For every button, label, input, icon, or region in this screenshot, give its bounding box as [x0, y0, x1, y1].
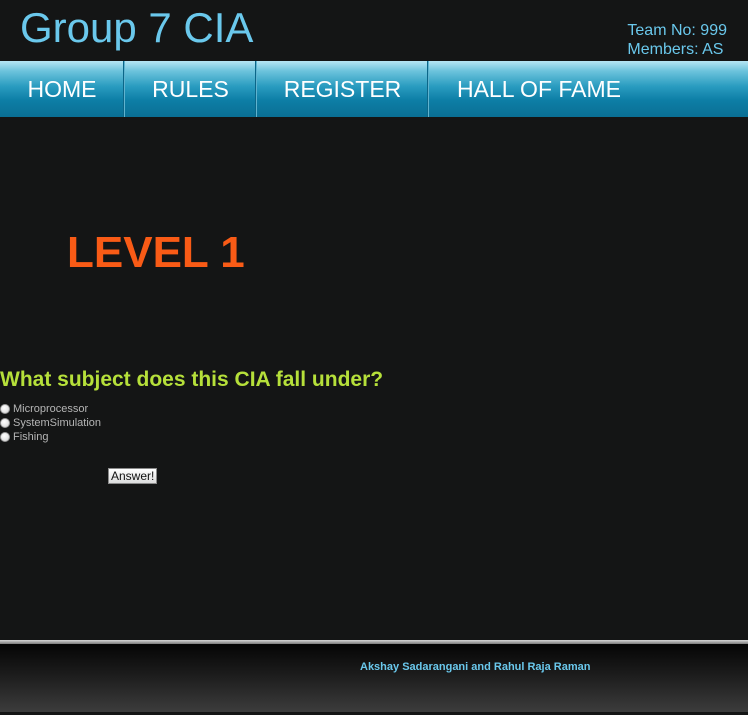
- nav-rules[interactable]: RULES: [125, 61, 257, 117]
- option-systemsimulation[interactable]: SystemSimulation: [0, 416, 101, 430]
- footer-credits: Akshay Sadarangani and Rahul Raja Raman: [360, 661, 591, 673]
- header: Group 7 CIA Team No: 999 Members: AS: [0, 0, 748, 60]
- question-text: What subject does this CIA fall under?: [0, 368, 384, 391]
- option-label: SystemSimulation: [13, 417, 102, 429]
- site-title: Group 7 CIA: [20, 4, 254, 51]
- radio-button[interactable]: [0, 418, 10, 428]
- radio-button[interactable]: [0, 404, 10, 414]
- team-number: Team No: 999: [627, 22, 727, 39]
- nav-register[interactable]: REGISTER: [257, 61, 429, 117]
- team-members: Members: AS: [627, 41, 724, 58]
- footer: Akshay Sadarangani and Rahul Raja Raman: [0, 644, 748, 712]
- nav-home[interactable]: HOME: [0, 61, 125, 117]
- option-label: Microprocessor: [13, 403, 89, 415]
- option-fishing[interactable]: Fishing: [0, 430, 101, 444]
- radio-button[interactable]: [0, 432, 10, 442]
- answer-options: Microprocessor SystemSimulation Fishing: [0, 402, 101, 444]
- main-nav: HOME RULES REGISTER HALL OF FAME: [0, 61, 748, 117]
- level-title: LEVEL 1: [67, 228, 245, 277]
- answer-button[interactable]: Answer!: [108, 468, 158, 484]
- team-info: Team No: 999 Members: AS: [627, 21, 727, 59]
- nav-hall-of-fame[interactable]: HALL OF FAME: [429, 61, 649, 117]
- option-label: Fishing: [13, 431, 49, 443]
- option-microprocessor[interactable]: Microprocessor: [0, 402, 101, 416]
- page: Group 7 CIA Team No: 999 Members: AS HOM…: [0, 0, 748, 715]
